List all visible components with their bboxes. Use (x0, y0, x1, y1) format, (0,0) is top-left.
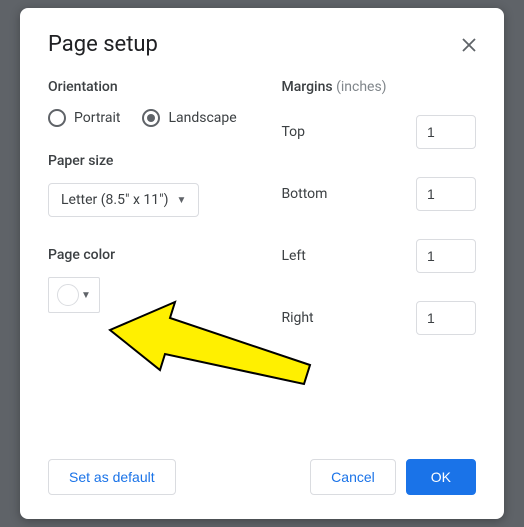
margin-top-input[interactable] (416, 115, 476, 149)
radio-icon (142, 109, 160, 127)
margin-left-input[interactable] (416, 239, 476, 273)
margin-bottom-row: Bottom (281, 177, 476, 211)
close-icon[interactable] (462, 38, 476, 52)
dialog-body: Orientation Portrait Landscape Paper siz… (48, 79, 476, 447)
page-setup-dialog: Page setup Orientation Portrait Landscap… (20, 8, 504, 519)
margins-label: Margins (inches) (281, 79, 476, 95)
left-column: Orientation Portrait Landscape Paper siz… (48, 79, 281, 447)
orientation-radio-group: Portrait Landscape (48, 109, 281, 127)
orientation-portrait-radio[interactable]: Portrait (48, 109, 120, 127)
radio-label: Landscape (168, 110, 236, 126)
cancel-button[interactable]: Cancel (310, 459, 396, 495)
margin-top-row: Top (281, 115, 476, 149)
margin-bottom-label: Bottom (281, 186, 327, 202)
paper-size-value: Letter (8.5" x 11") (61, 192, 168, 208)
dialog-footer: Set as default Cancel OK (48, 447, 476, 495)
right-column: Margins (inches) Top Bottom Left Right (281, 79, 476, 447)
paper-size-select[interactable]: Letter (8.5" x 11") ▼ (48, 183, 199, 217)
page-color-button[interactable]: ▼ (48, 277, 100, 313)
dialog-header: Page setup (48, 32, 476, 57)
color-swatch-icon (57, 284, 79, 306)
margins-text: Margins (281, 79, 332, 95)
paper-size-label: Paper size (48, 153, 281, 169)
margin-left-row: Left (281, 239, 476, 273)
orientation-label: Orientation (48, 79, 281, 95)
caret-down-icon: ▼ (176, 195, 186, 206)
margin-left-label: Left (281, 248, 305, 264)
caret-down-icon: ▼ (81, 290, 91, 301)
page-color-label: Page color (48, 247, 281, 263)
dialog-title: Page setup (48, 32, 158, 57)
margin-top-label: Top (281, 124, 305, 140)
margin-right-input[interactable] (416, 301, 476, 335)
margin-right-row: Right (281, 301, 476, 335)
margin-bottom-input[interactable] (416, 177, 476, 211)
margin-right-label: Right (281, 310, 313, 326)
set-default-button[interactable]: Set as default (48, 459, 176, 495)
orientation-landscape-radio[interactable]: Landscape (142, 109, 236, 127)
margins-unit: (inches) (336, 79, 387, 95)
radio-icon (48, 109, 66, 127)
radio-label: Portrait (74, 110, 120, 126)
footer-right-group: Cancel OK (310, 459, 476, 495)
ok-button[interactable]: OK (406, 459, 476, 495)
